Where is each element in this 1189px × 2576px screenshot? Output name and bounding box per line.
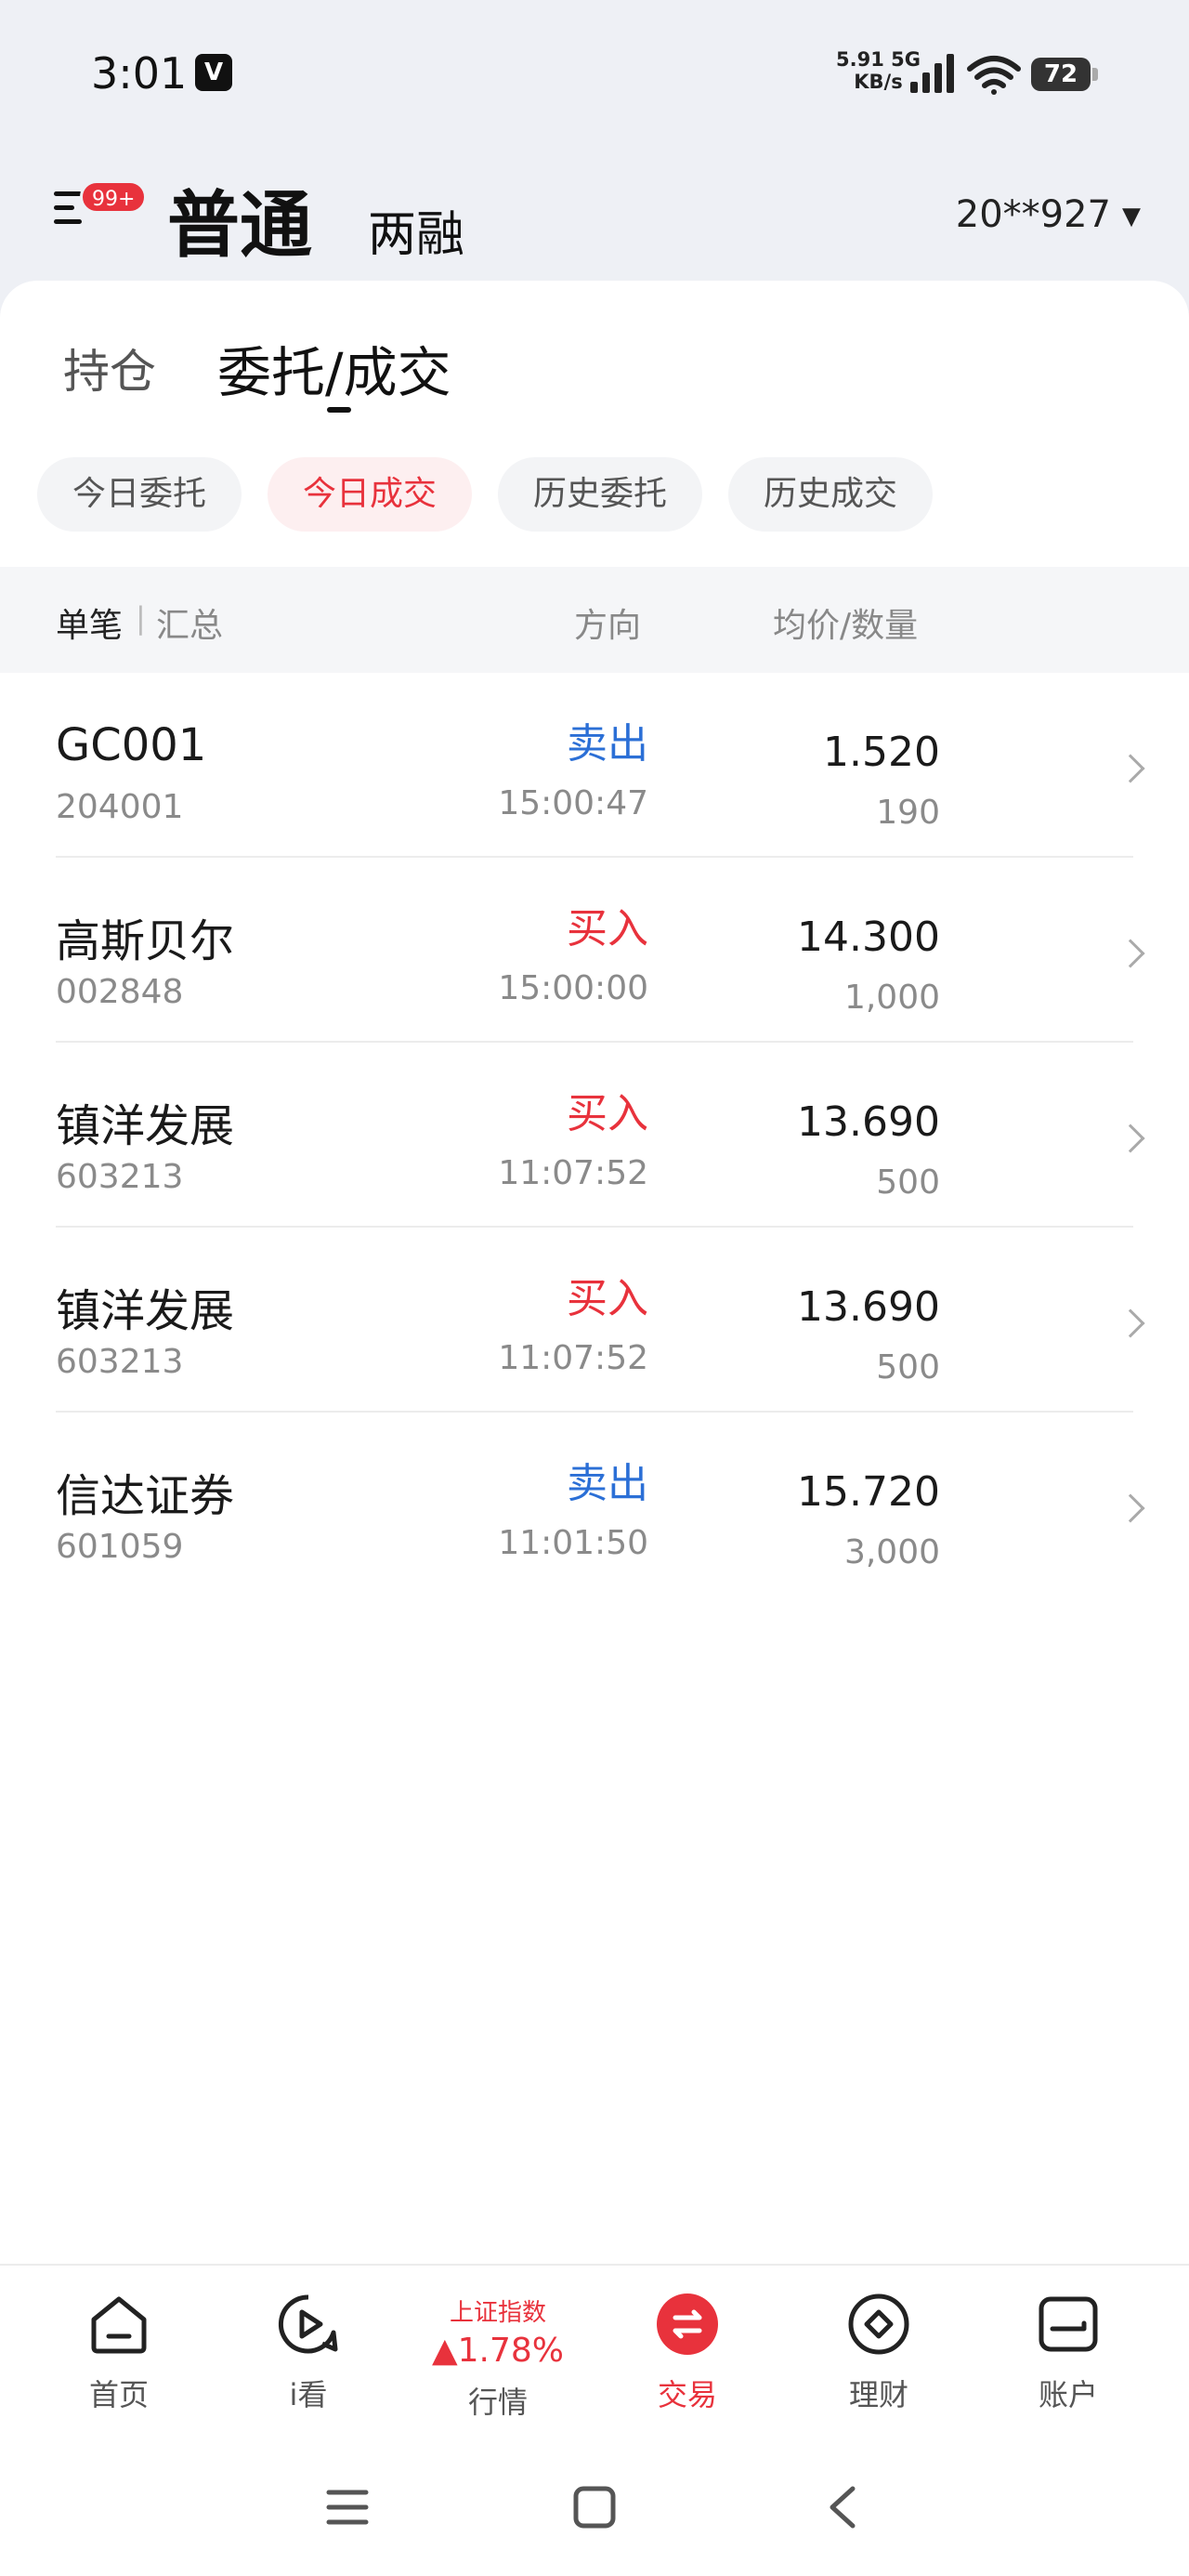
avg-price: 14.300 [797, 913, 940, 961]
table-header: 单笔 | 汇总 方向 均价/数量 [0, 567, 1189, 673]
trade-time: 11:07:52 [498, 1339, 648, 1377]
stock-code: 002848 [56, 973, 184, 1011]
table-row[interactable]: 信达证券 601059 卖出 11:01:50 15.720 3,000 [0, 1413, 1189, 1597]
bottom-nav: 首页 i看 上证指数 ▲1.78% 行情 交易 理财 账户 [0, 2264, 1189, 2429]
account-selector[interactable]: 20**927 ▼ [956, 193, 1141, 236]
header: 99+ 普通 两融 20**927 ▼ [0, 158, 1189, 279]
header-separator: | [136, 600, 146, 636]
nav-market[interactable]: 上证指数 ▲1.78% 行情 [424, 2293, 572, 2422]
nav-market-label: 行情 [467, 2385, 528, 2420]
stock-name: GC001 [56, 719, 207, 771]
quantity: 1,000 [843, 979, 940, 1017]
nav-trade-label: 交易 [657, 2377, 717, 2412]
nav-trade[interactable]: 交易 [613, 2292, 762, 2414]
avg-price: 13.690 [797, 1283, 940, 1331]
battery-icon: 72 [1031, 58, 1098, 91]
quantity: 190 [876, 794, 940, 832]
chip-today-trades[interactable]: 今日成交 [268, 457, 472, 532]
exchange-icon [657, 2293, 718, 2355]
trade-direction: 卖出 [567, 720, 648, 768]
home-button-icon[interactable] [572, 2485, 617, 2530]
chip-today-orders[interactable]: 今日委托 [37, 457, 242, 532]
avg-price: 13.690 [797, 1098, 940, 1146]
chevron-right-icon [1116, 1493, 1145, 1523]
nav-home[interactable]: 首页 [45, 2292, 193, 2414]
status-bar: 3:01 V 5.91 5G KB/s 72 [0, 0, 1189, 149]
notification-badge: 99+ [80, 180, 148, 214]
nav-watch[interactable]: i看 [234, 2292, 383, 2414]
chip-history-orders[interactable]: 历史委托 [498, 457, 702, 532]
header-single[interactable]: 单笔 [56, 598, 123, 647]
table-row[interactable]: 镇洋发展 603213 买入 11:07:52 13.690 500 [0, 1228, 1189, 1413]
trade-direction: 买入 [567, 1275, 648, 1322]
subtab-trades-label: 成交 [343, 341, 451, 404]
table-row[interactable]: GC001 204001 卖出 15:00:47 1.520 190 [0, 673, 1189, 858]
subtab-orders-trades[interactable]: 委托/成交 [217, 329, 451, 413]
index-name: 上证指数 [449, 2299, 546, 2327]
stock-name: 镇洋发展 [56, 1285, 235, 1337]
quantity: 500 [876, 1348, 940, 1387]
stock-code: 603213 [56, 1158, 184, 1196]
clock: 3:01 [91, 48, 188, 99]
content-card: 持仓 委托/成交 今日委托 今日成交 历史委托 历史成交 单笔 | 汇总 方向 … [0, 281, 1189, 2264]
stock-name: 信达证券 [56, 1470, 235, 1522]
chevron-right-icon [1116, 1308, 1145, 1338]
coin-icon [848, 2293, 909, 2355]
avg-price: 15.720 [797, 1468, 940, 1516]
table-row[interactable]: 镇洋发展 603213 买入 11:07:52 13.690 500 [0, 1043, 1189, 1228]
wallet-icon [1039, 2296, 1098, 2352]
home-icon [91, 2296, 147, 2354]
table-row[interactable]: 高斯贝尔 002848 买入 15:00:00 14.300 1,000 [0, 858, 1189, 1043]
chip-history-trades[interactable]: 历史成交 [728, 457, 933, 532]
subtab-holdings[interactable]: 持仓 [63, 335, 156, 401]
header-direction: 方向 [574, 607, 642, 645]
trade-time: 11:07:52 [498, 1154, 648, 1192]
quantity: 3,000 [843, 1533, 940, 1571]
play-circle-icon [278, 2294, 338, 2354]
tab-margin-account[interactable]: 两融 [368, 195, 464, 265]
quantity: 500 [876, 1163, 940, 1202]
trade-time: 15:00:00 [498, 969, 648, 1007]
avg-price: 1.520 [823, 729, 940, 776]
trade-direction: 卖出 [567, 1460, 648, 1507]
signal-icon [910, 54, 954, 93]
stock-name: 镇洋发展 [56, 1100, 235, 1152]
caret-down-icon: ▼ [1122, 203, 1141, 230]
index-change: ▲1.78% [431, 2332, 565, 2370]
stock-code: 601059 [56, 1528, 184, 1566]
stock-name: 高斯贝尔 [56, 915, 235, 967]
nav-wealth[interactable]: 理财 [804, 2292, 953, 2414]
chevron-right-icon [1116, 1124, 1145, 1153]
recent-apps-icon[interactable] [325, 2485, 370, 2530]
trade-direction: 买入 [567, 1090, 648, 1137]
nav-watch-label: i看 [289, 2377, 328, 2412]
stock-code: 603213 [56, 1343, 184, 1381]
chevron-right-icon [1116, 754, 1145, 783]
wifi-icon [967, 56, 1021, 95]
subtab-orders-label: 委托 [217, 341, 326, 404]
nav-home-label: 首页 [88, 2377, 149, 2412]
stock-code: 204001 [56, 788, 184, 826]
account-number: 20**927 [955, 193, 1111, 236]
header-price-qty: 均价/数量 [773, 607, 919, 645]
back-icon[interactable] [821, 2485, 866, 2530]
trade-time: 11:01:50 [498, 1524, 648, 1562]
trade-direction: 买入 [567, 905, 648, 953]
active-subtab-indicator [327, 407, 351, 413]
chevron-right-icon [1116, 939, 1145, 968]
trade-time: 15:00:47 [498, 784, 648, 822]
app-indicator-icon: V [195, 54, 232, 91]
nav-account-label: 账户 [1038, 2377, 1098, 2412]
subtab-separator: / [325, 341, 344, 404]
system-nav-bar [0, 2429, 1189, 2576]
trade-list: GC001 204001 卖出 15:00:47 1.520 190 高斯贝尔 … [0, 673, 1189, 1597]
nav-account[interactable]: 账户 [994, 2292, 1143, 2414]
header-summary[interactable]: 汇总 [156, 598, 223, 647]
nav-wealth-label: 理财 [848, 2377, 908, 2412]
tab-normal-account[interactable]: 普通 [167, 167, 312, 271]
